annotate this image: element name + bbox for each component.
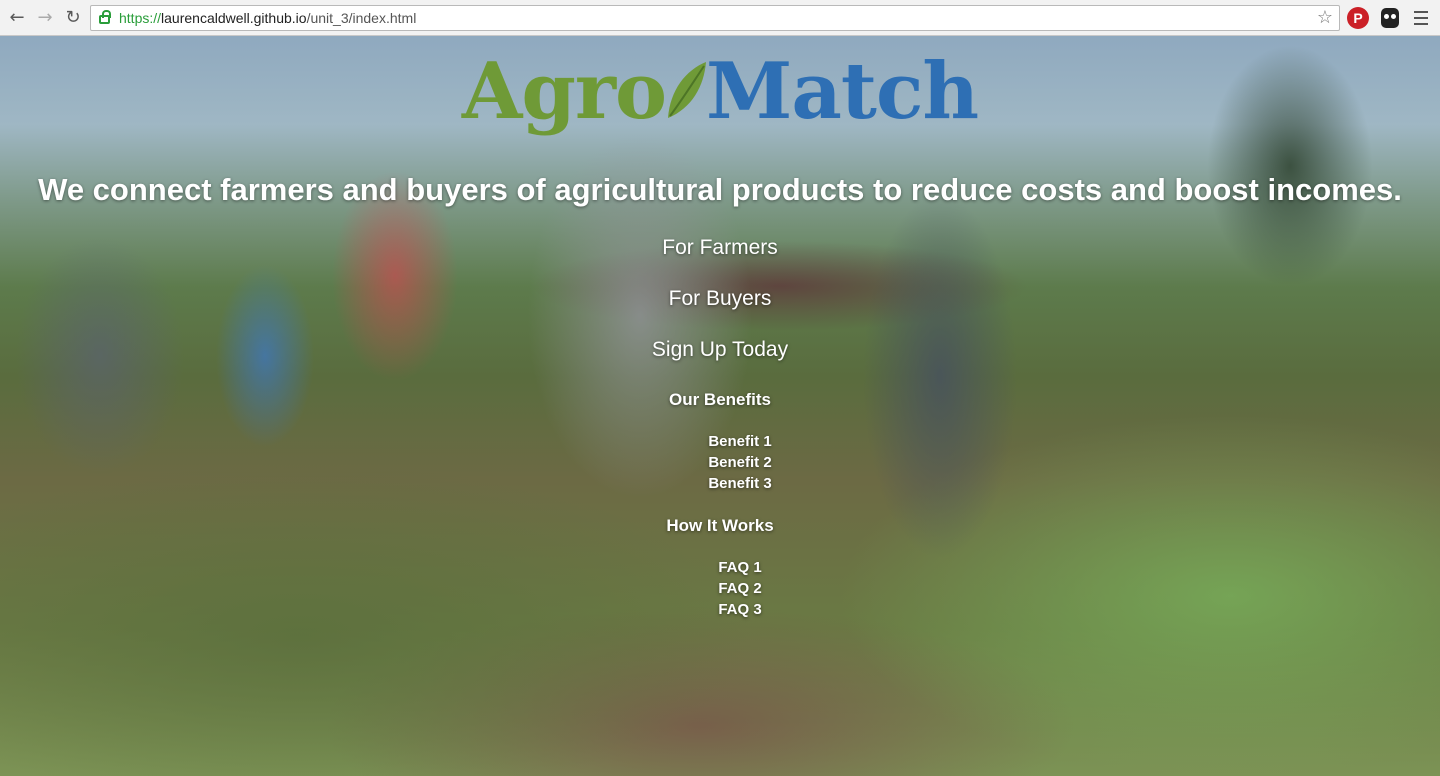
owl-extension-icon[interactable] — [1381, 8, 1399, 28]
url-scheme: https:// — [119, 10, 162, 26]
leaf-icon — [668, 62, 707, 118]
logo-match-text: Match — [706, 46, 979, 137]
forward-icon[interactable]: → — [34, 7, 56, 29]
for-buyers-link[interactable]: For Buyers — [0, 287, 1440, 311]
browser-menu-icon[interactable] — [1414, 11, 1428, 29]
url-host: laurencaldwell.github.io — [161, 10, 307, 26]
reload-icon[interactable]: ↻ — [62, 7, 84, 29]
tagline: We connect farmers and buyers of agricul… — [38, 172, 1402, 207]
url-text[interactable]: https://laurencaldwell.github.io/unit_3/… — [119, 10, 416, 26]
back-icon[interactable]: ← — [6, 7, 28, 29]
benefit-item[interactable]: Benefit 2 — [0, 454, 1440, 471]
faq-item[interactable]: FAQ 1 — [0, 559, 1440, 576]
agromatch-logo[interactable]: Agro Match — [0, 52, 1440, 132]
sign-up-link[interactable]: Sign Up Today — [0, 338, 1440, 362]
pinterest-extension-icon[interactable]: P — [1347, 7, 1369, 29]
bookmark-star-icon[interactable]: ☆ — [1317, 7, 1333, 28]
how-it-works-heading: How It Works — [666, 516, 774, 535]
for-farmers-link[interactable]: For Farmers — [0, 236, 1440, 260]
url-path: /unit_3/index.html — [306, 10, 417, 26]
benefit-item[interactable]: Benefit 1 — [0, 433, 1440, 450]
logo-agro-text: Agro — [461, 46, 667, 137]
browser-toolbar: ← → ↻ https://laurencaldwell.github.io/u… — [0, 0, 1440, 36]
lock-icon — [99, 10, 111, 24]
faq-item[interactable]: FAQ 3 — [0, 601, 1440, 618]
address-bar[interactable]: https://laurencaldwell.github.io/unit_3/… — [90, 5, 1340, 31]
benefit-item[interactable]: Benefit 3 — [0, 475, 1440, 492]
faq-item[interactable]: FAQ 2 — [0, 580, 1440, 597]
benefits-heading: Our Benefits — [668, 390, 772, 409]
